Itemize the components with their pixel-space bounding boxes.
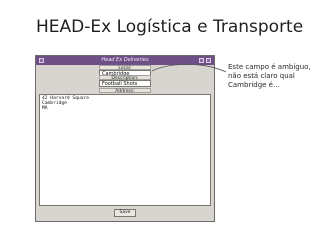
- app-window: Head Ex Deliveries Local: Cambridge Desc…: [35, 55, 215, 222]
- address-label: Address:: [99, 88, 151, 94]
- window-titlebar: Head Ex Deliveries: [36, 56, 214, 65]
- annotation-line: Cambridge é...: [228, 81, 280, 89]
- save-button[interactable]: Save: [114, 209, 136, 217]
- annotation-line: Este campo é ambíguo,: [228, 63, 311, 71]
- address-textarea[interactable]: 42 Harvard Square Cambridge MA: [39, 94, 211, 206]
- slide-title: HEAD-Ex Logística e Transporte: [36, 17, 304, 37]
- close-icon[interactable]: [206, 58, 211, 63]
- description-input[interactable]: Football Shots: [99, 80, 151, 87]
- annotation-text: Este campo é ambíguo, não está claro qua…: [228, 63, 318, 90]
- window-title: Head Ex Deliveries: [101, 57, 149, 63]
- annotation-line: não está claro qual: [228, 72, 295, 80]
- address-line: MA: [42, 106, 48, 112]
- minimize-icon[interactable]: [199, 58, 204, 63]
